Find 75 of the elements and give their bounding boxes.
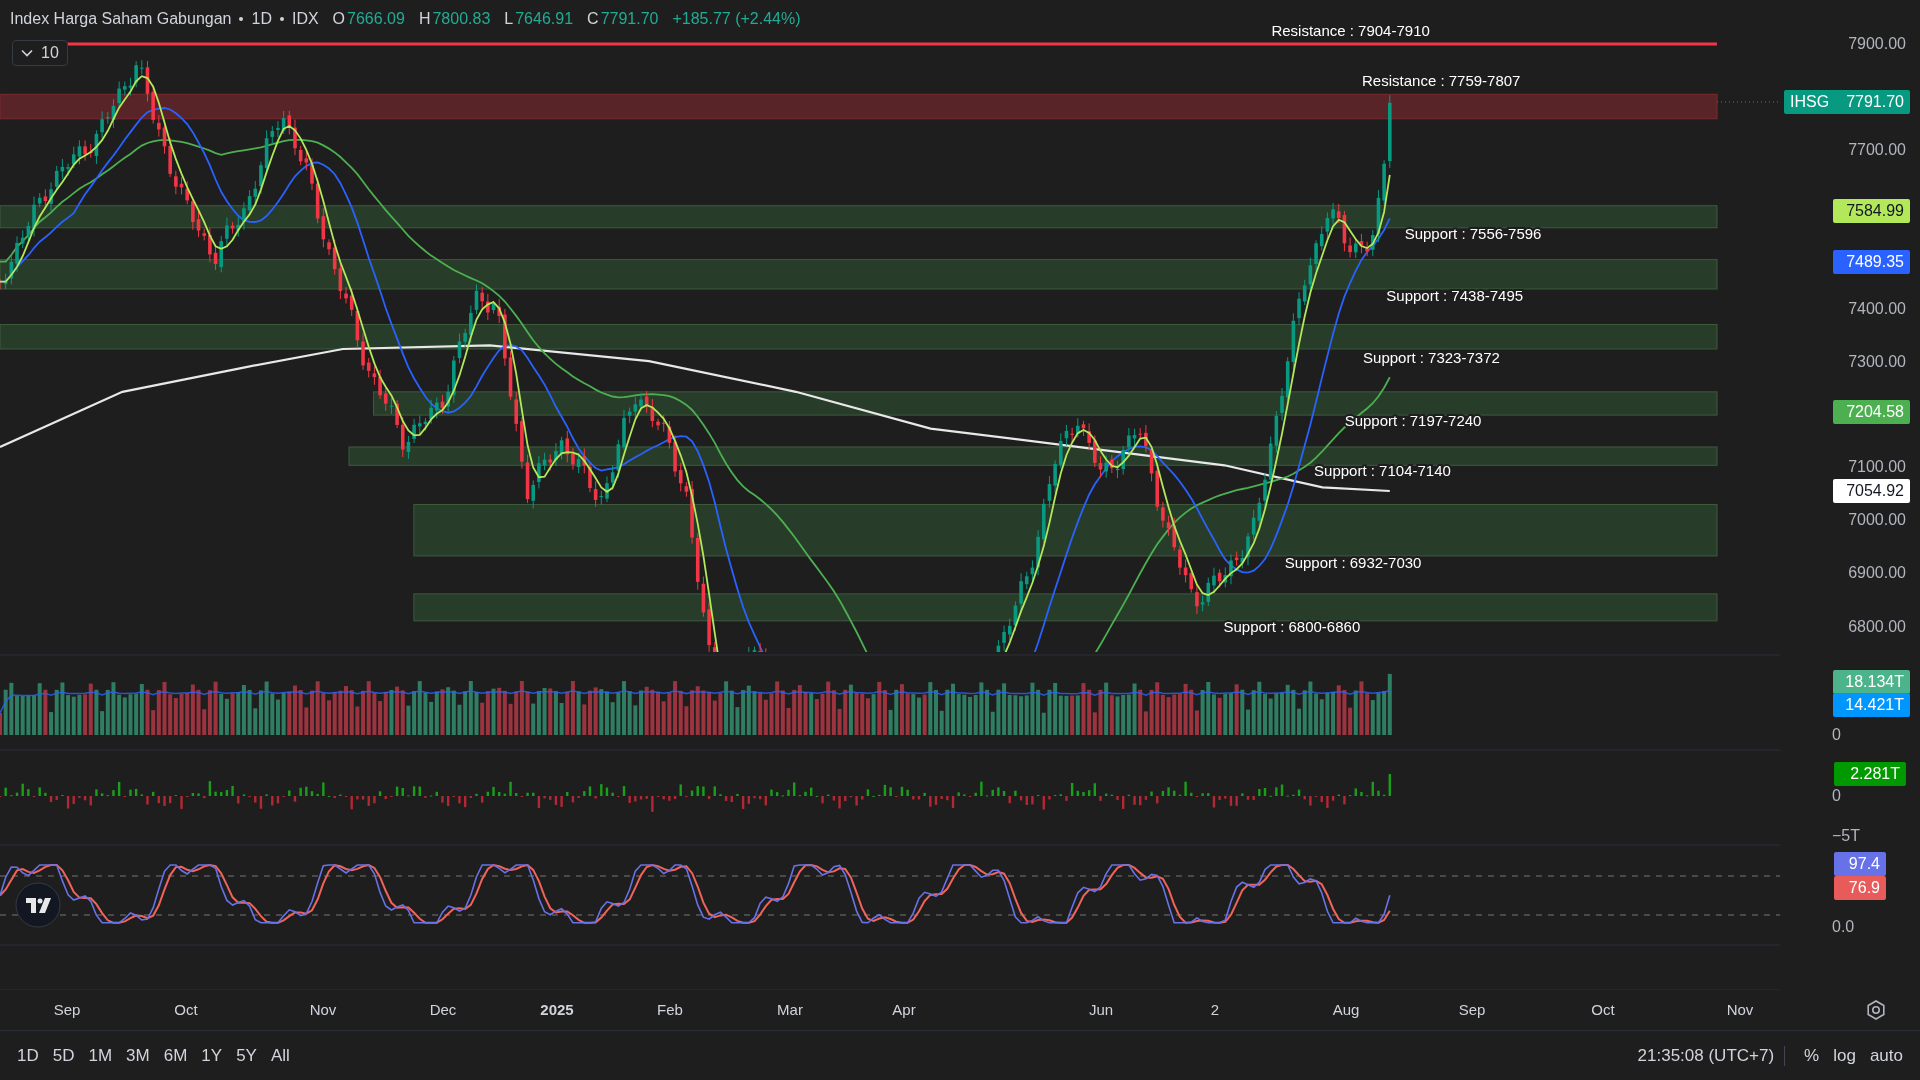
ohlc-key: H <box>418 10 431 28</box>
clock-label: 21:35:08 (UTC+7) <box>1637 1045 1786 1066</box>
volume-tag: 14.421T <box>1833 693 1910 717</box>
indicator-toggle[interactable]: 10 <box>12 40 68 66</box>
time-label: Feb <box>657 1001 683 1018</box>
stochastic-tag: 97.4 <box>1834 852 1886 876</box>
volume-tick: 0 <box>1832 726 1841 744</box>
time-label: 2025 <box>540 1001 574 1018</box>
time-label: Mar <box>777 1001 803 1018</box>
dot-icon <box>239 17 244 21</box>
ohlc-value: 7800.83 <box>432 10 491 28</box>
price-tag: 7489.35 <box>1833 250 1910 274</box>
flow-tag: 2.281T <box>1834 762 1906 786</box>
price-tick: 7900.00 <box>1848 35 1906 53</box>
stochastic-tag: 76.9 <box>1834 876 1886 900</box>
time-label: Oct <box>174 1001 198 1018</box>
range-button[interactable]: 6M <box>158 1041 193 1070</box>
time-label: Nov <box>1726 1001 1754 1018</box>
dot-icon <box>279 17 284 21</box>
settings-icon[interactable] <box>1865 999 1887 1021</box>
scale-button[interactable]: log <box>1828 1041 1861 1070</box>
logo-icon <box>15 882 61 928</box>
level-label: Support : 6800-6860 <box>1223 617 1361 635</box>
range-button[interactable]: 5D <box>47 1041 80 1070</box>
level-label: Support : 7104-7140 <box>1314 462 1451 480</box>
caret-icon <box>21 49 33 57</box>
ohlc-key: O <box>332 10 346 28</box>
volume-tag: 18.134T <box>1833 670 1910 694</box>
range-button[interactable]: 1M <box>83 1041 118 1070</box>
interval-label: 1D <box>251 10 272 28</box>
price-tick: 7700.00 <box>1848 141 1906 159</box>
level-label: Support : 7556-7596 <box>1404 224 1542 242</box>
time-label: 2 <box>1210 1001 1220 1018</box>
ohlc-key: L <box>504 10 514 28</box>
range-button[interactable]: 3M <box>121 1041 155 1070</box>
level-label: Support : 7438-7495 <box>1386 287 1524 305</box>
level-label: Resistance : 7759-7807 <box>1362 71 1521 89</box>
time-label: Apr <box>892 1001 916 1018</box>
range-button[interactable]: 5Y <box>231 1041 262 1070</box>
range-button[interactable]: 1Y <box>196 1041 228 1070</box>
price-tag: 7204.58 <box>1833 400 1910 424</box>
time-label: Dec <box>429 1001 457 1018</box>
symbol-label: IHSG <box>1790 92 1830 112</box>
symbol-title: Index Harga Saham Gabungan <box>10 10 232 28</box>
price-tag: 7584.99 <box>1833 199 1910 223</box>
price-tick: 7100.00 <box>1848 458 1906 476</box>
time-label: Aug <box>1332 1001 1360 1018</box>
price-tick: 7400.00 <box>1848 300 1906 318</box>
scale-button[interactable]: auto <box>1864 1041 1908 1070</box>
ohlc-key: C <box>587 10 599 28</box>
ohlc-value: 7646.91 <box>515 10 574 28</box>
time-label: Jun <box>1088 1001 1114 1018</box>
level-label: Support : 7323-7372 <box>1363 348 1500 366</box>
level-label: Resistance : 7904-7910 <box>1271 21 1430 39</box>
time-label: Oct <box>1591 1001 1615 1018</box>
range-button[interactable]: All <box>265 1041 295 1070</box>
ohlc-value: 7666.09 <box>347 10 405 28</box>
flow-tick: −5T <box>1832 827 1860 845</box>
time-label: Nov <box>309 1001 337 1018</box>
flow-tick: 0 <box>1832 787 1841 805</box>
price-tick: 6900.00 <box>1848 564 1906 582</box>
price-tick: 7300.00 <box>1848 353 1906 371</box>
price-change: +185.77 (+2.44%) <box>672 10 801 28</box>
price-value: 7791.70 <box>1846 92 1904 112</box>
time-label: Sep <box>53 1001 81 1018</box>
ohlc-value: 7791.70 <box>600 10 659 28</box>
level-label: Support : 6932-7030 <box>1284 554 1422 572</box>
price-tick: 7000.00 <box>1848 511 1906 529</box>
scale-button[interactable]: % <box>1799 1041 1825 1070</box>
exchange-label: IDX <box>291 10 319 28</box>
time-label: Sep <box>1458 1001 1486 1018</box>
range-button[interactable]: 1D <box>12 1041 44 1070</box>
stochastic-tick: 0.0 <box>1832 918 1855 936</box>
price-tag: 7054.92 <box>1833 479 1910 503</box>
price-tick: 6800.00 <box>1848 618 1906 636</box>
